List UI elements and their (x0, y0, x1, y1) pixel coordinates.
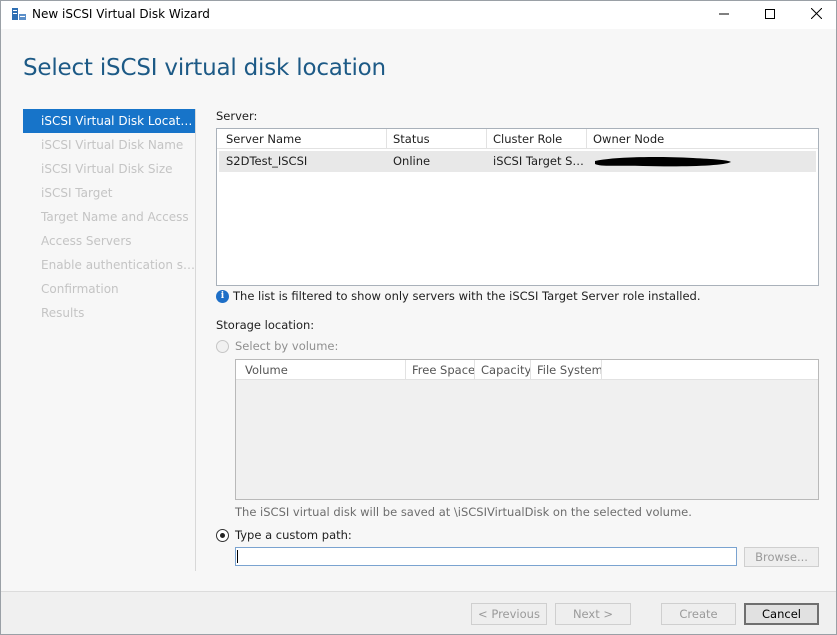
storage-location-label: Storage location: (216, 318, 315, 332)
column-header-free-space[interactable]: Free Space (406, 360, 475, 380)
cluster-role-cell: iSCSI Target Se... (493, 154, 587, 168)
volume-list[interactable]: Volume Free Space Capacity File System (235, 359, 819, 500)
nav-item-results: Results (41, 306, 85, 320)
cancel-button[interactable]: Cancel (744, 603, 819, 625)
column-header-capacity[interactable]: Capacity (475, 360, 531, 380)
minimize-button[interactable] (701, 1, 747, 29)
table-row[interactable]: S2DTest_ISCSI Online iSCSI Target Se... (219, 151, 816, 172)
nav-item-target-name-access: Target Name and Access (41, 210, 189, 224)
close-button[interactable] (793, 1, 837, 29)
select-by-volume-option[interactable]: Select by volume: (216, 339, 338, 353)
filter-info: i The list is filtered to show only serv… (216, 289, 701, 303)
text-caret (237, 550, 238, 563)
nav-item-target: iSCSI Target (41, 186, 113, 200)
column-header-file-system[interactable]: File System (531, 360, 602, 380)
nav-item-disk-location[interactable]: iSCSI Virtual Disk Location (23, 109, 195, 133)
filter-info-text: The list is filtered to show only server… (233, 289, 701, 303)
nav-divider (195, 109, 196, 571)
nav-item-disk-name: iSCSI Virtual Disk Name (41, 138, 184, 152)
save-location-note: The iSCSI virtual disk will be saved at … (235, 505, 692, 519)
custom-path-input[interactable] (235, 547, 737, 566)
create-button[interactable]: Create (661, 603, 736, 625)
redaction-mark (595, 157, 731, 167)
select-by-volume-label: Select by volume: (235, 339, 339, 353)
title-bar[interactable]: New iSCSI Virtual Disk Wizard (1, 1, 836, 29)
server-manager-icon (11, 6, 27, 22)
page-title: Select iSCSI virtual disk location (23, 55, 386, 81)
wizard-nav: iSCSI Virtual Disk Location iSCSI Virtua… (23, 109, 195, 325)
column-header-owner-node[interactable]: Owner Node (587, 129, 818, 149)
browse-button[interactable]: Browse... (744, 547, 819, 567)
server-list[interactable]: Server Name Status Cluster Role Owner No… (216, 128, 819, 286)
select-by-volume-radio[interactable] (216, 339, 229, 353)
status-cell: Online (393, 154, 431, 168)
close-icon (810, 7, 822, 22)
wizard-window: New iSCSI Virtual Disk Wizard Select iSC… (0, 0, 837, 635)
nav-item-disk-size: iSCSI Virtual Disk Size (41, 162, 173, 176)
window-title: New iSCSI Virtual Disk Wizard (32, 7, 210, 21)
server-name-cell: S2DTest_ISCSI (226, 154, 308, 168)
server-list-header: Server Name Status Cluster Role Owner No… (217, 129, 818, 149)
custom-path-label: Type a custom path: (235, 528, 352, 542)
maximize-icon (765, 8, 775, 22)
info-icon: i (216, 289, 229, 303)
previous-button[interactable]: < Previous (471, 603, 547, 625)
column-header-server-name[interactable]: Server Name (217, 129, 387, 149)
server-label: Server: (216, 109, 258, 123)
maximize-button[interactable] (747, 1, 793, 29)
custom-path-radio[interactable] (216, 528, 229, 542)
minimize-icon (719, 8, 729, 22)
owner-node-cell (587, 151, 816, 172)
column-header-spacer (602, 360, 818, 380)
volume-list-header: Volume Free Space Capacity File System (236, 360, 818, 380)
next-button[interactable]: Next > (555, 603, 631, 625)
column-header-status[interactable]: Status (387, 129, 487, 149)
column-header-cluster-role[interactable]: Cluster Role (487, 129, 587, 149)
nav-item-authentication: Enable authentication ser... (41, 258, 195, 272)
column-header-volume[interactable]: Volume (236, 360, 406, 380)
nav-item-access-servers: Access Servers (41, 234, 132, 248)
nav-item-confirmation: Confirmation (41, 282, 119, 296)
custom-path-option[interactable]: Type a custom path: (216, 528, 352, 542)
